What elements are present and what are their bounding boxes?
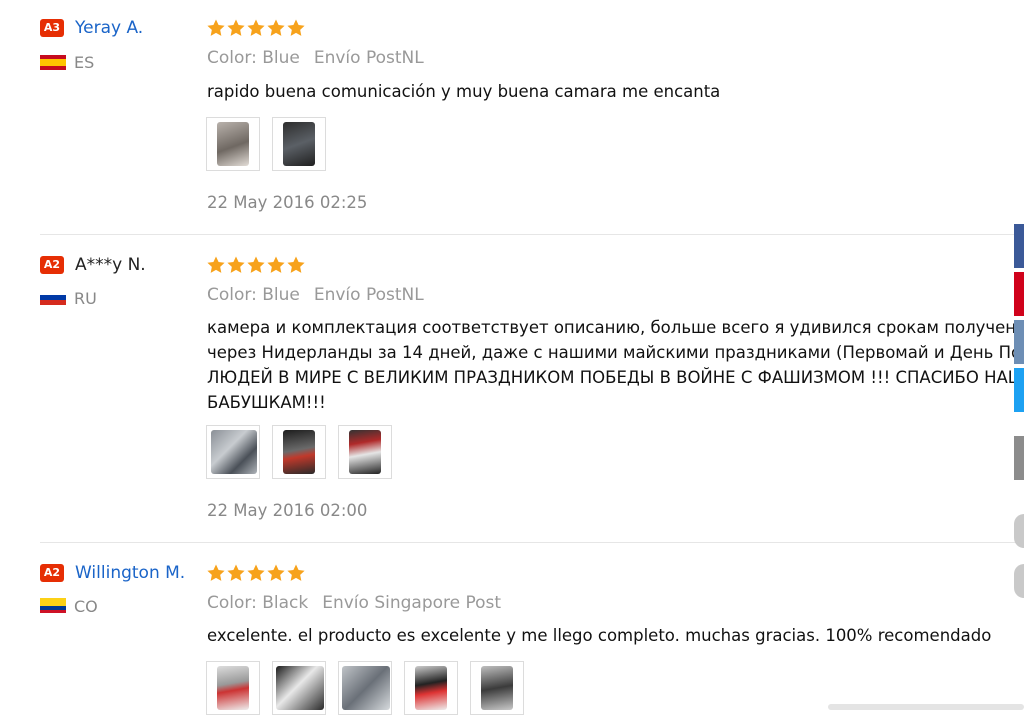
- review-text: rapido buena comunicación y muy buena ca…: [207, 79, 1024, 104]
- country-code: RU: [74, 289, 97, 308]
- star-icon: [266, 18, 286, 38]
- review-photo-thumbnail[interactable]: [206, 117, 260, 171]
- star-icon: [226, 563, 246, 583]
- spain-flag-icon: [40, 55, 66, 70]
- star-rating: [206, 563, 306, 583]
- buyer-level-badge: A2: [40, 256, 64, 274]
- review-photo-thumbnail[interactable]: [206, 425, 260, 479]
- color-option: Color: Blue: [207, 48, 300, 68]
- buyer-level-badge: A3: [40, 19, 64, 37]
- review-text-line: БАБУШКАМ!!!: [207, 393, 326, 412]
- review-photo-thumbnail[interactable]: [272, 425, 327, 479]
- star-icon: [286, 563, 306, 583]
- review-date: 22 May 2016 02:25: [207, 193, 368, 212]
- review-divider: [40, 234, 1024, 235]
- color-option: Color: Blue: [207, 285, 300, 305]
- review-photo-thumbnail[interactable]: [470, 661, 525, 715]
- review-text-line: камера и комплектация соответствует опис…: [207, 318, 1024, 337]
- star-icon: [246, 563, 266, 583]
- vk-share-icon[interactable]: [1014, 320, 1024, 364]
- russia-flag-icon: [40, 290, 66, 305]
- review-photo-thumbnail[interactable]: [206, 661, 260, 715]
- review-photo-thumbnail[interactable]: [404, 661, 459, 715]
- country-code: CO: [74, 597, 98, 616]
- star-icon: [206, 563, 226, 583]
- review-text-line: rapido buena comunicación y muy buena ca…: [207, 82, 721, 101]
- buyer-level-badge: A2: [40, 564, 64, 582]
- shipping-method: Envío Singapore Post: [322, 593, 502, 613]
- star-icon: [286, 18, 306, 38]
- star-icon: [246, 18, 266, 38]
- review-text-line: excelente. el producto es excelente y me…: [207, 626, 992, 645]
- more-share-icon[interactable]: [1014, 436, 1024, 480]
- star-icon: [246, 255, 266, 275]
- star-icon: [226, 255, 246, 275]
- review-photo-thumbnail[interactable]: [338, 425, 393, 479]
- scroll-down-icon[interactable]: [1014, 564, 1024, 598]
- color-option: Color: Black: [207, 593, 309, 613]
- reviewer-name-link[interactable]: Yeray A.: [75, 18, 143, 38]
- review-photo-thumbnail[interactable]: [272, 661, 327, 715]
- order-info: Color: Blue Envío PostNL: [207, 48, 424, 68]
- scroll-up-icon[interactable]: [1014, 514, 1024, 548]
- pinterest-share-icon[interactable]: [1014, 272, 1024, 316]
- shipping-method: Envío PostNL: [313, 285, 424, 305]
- horizontal-scrollbar[interactable]: [828, 704, 1024, 710]
- facebook-share-icon[interactable]: [1014, 224, 1024, 268]
- star-rating: [206, 18, 306, 38]
- order-info: Color: Black Envío Singapore Post: [207, 593, 501, 613]
- star-icon: [266, 255, 286, 275]
- colombia-flag-icon: [40, 598, 66, 613]
- review-photos: [206, 117, 333, 173]
- star-icon: [286, 255, 306, 275]
- star-icon: [266, 563, 286, 583]
- review-text: камера и комплектация соответствует опис…: [207, 315, 1024, 415]
- order-info: Color: Blue Envío PostNL: [207, 285, 424, 305]
- review-text: excelente. el producto es excelente y me…: [207, 623, 1024, 648]
- star-icon: [206, 255, 226, 275]
- review-photos: [206, 425, 399, 481]
- star-rating: [206, 255, 306, 275]
- review-photo-thumbnail[interactable]: [338, 661, 393, 715]
- star-icon: [206, 18, 226, 38]
- review-photos: [206, 661, 531, 717]
- country-code: ES: [74, 53, 95, 72]
- review-text-line: через Нидерланды за 14 дней, даже с наши…: [207, 343, 1024, 362]
- reviewer-name: A***y N.: [75, 255, 146, 275]
- share-sidebar: [1014, 0, 1024, 710]
- shipping-method: Envío PostNL: [313, 48, 424, 68]
- star-icon: [226, 18, 246, 38]
- review-divider: [40, 542, 1024, 543]
- review-photo-thumbnail[interactable]: [272, 117, 327, 171]
- reviewer-name-link[interactable]: Willington M.: [75, 563, 185, 583]
- review-text-line: ЛЮДЕЙ В МИРЕ С ВЕЛИКИМ ПРАЗДНИКОМ ПОБЕДЫ…: [207, 368, 1024, 387]
- review-date: 22 May 2016 02:00: [207, 501, 368, 520]
- twitter-share-icon[interactable]: [1014, 368, 1024, 412]
